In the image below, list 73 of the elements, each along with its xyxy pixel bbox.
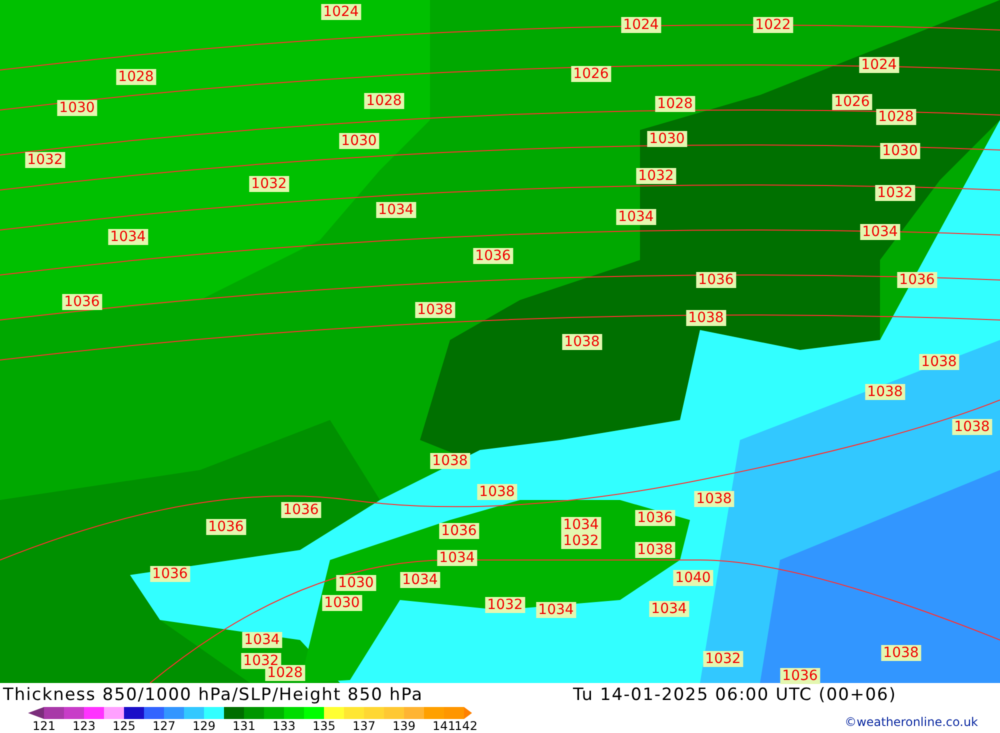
isobar-label: 1034 [242, 632, 282, 648]
isobar-label: 1032 [249, 176, 289, 192]
isobar-label: 1036 [897, 272, 937, 288]
isobar-label: 1036 [473, 248, 513, 264]
isobar-label: 1022 [753, 17, 793, 33]
isobar-label: 1028 [116, 69, 156, 85]
isobar-label: 1034 [376, 202, 416, 218]
isobar-label: 1030 [322, 595, 362, 611]
isobar-label: 1028 [655, 96, 695, 112]
map-title: Thickness 850/1000 hPa/SLP/Height 850 hPa [2, 685, 424, 705]
forecast-datetime: Tu 14-01-2025 06:00 UTC (00+06) [573, 685, 896, 705]
isobar-label: 1034 [437, 550, 477, 566]
isobar-label: 1032 [485, 597, 525, 613]
legend-tick: 129 [192, 719, 216, 733]
isobar-label: 1032 [636, 168, 676, 184]
isobar-label: 1036 [62, 294, 102, 310]
legend-tick: 137 [352, 719, 376, 733]
legend-tick: 142 [454, 719, 478, 733]
isobar-label: 1024 [859, 57, 899, 73]
legend-tick: 131 [232, 719, 256, 733]
isobar-label: 1034 [860, 224, 900, 240]
isobar-label: 1036 [780, 668, 820, 684]
isobar-label: 1038 [919, 354, 959, 370]
isobar-label: 1038 [686, 310, 726, 326]
legend-tick: 135 [312, 719, 336, 733]
legend-tick: 133 [272, 719, 296, 733]
isobar-label: 1038 [477, 484, 517, 500]
isobar-label: 1032 [875, 185, 915, 201]
isobar-label: 1032 [561, 533, 601, 549]
credit-text: ©weatheronline.co.uk [844, 715, 978, 729]
isobar-label: 1034 [400, 572, 440, 588]
isobar-label: 1034 [616, 209, 656, 225]
isobar-label: 1036 [696, 272, 736, 288]
isobar-label: 1030 [336, 575, 376, 591]
isobar-label: 1036 [281, 502, 321, 518]
legend-arrow-icon [464, 707, 472, 719]
isobar-label: 1028 [265, 665, 305, 681]
legend-tick: 121 [32, 719, 56, 733]
isobar-label: 1034 [561, 517, 601, 533]
isobar-label: 1034 [649, 601, 689, 617]
legend-tick: 139 [392, 719, 416, 733]
isobar-label: 1024 [321, 4, 361, 20]
isobar-label: 1030 [57, 100, 97, 116]
isobar-label: 1026 [571, 66, 611, 82]
isobar-label: 1032 [703, 651, 743, 667]
isobar-label: 1030 [339, 133, 379, 149]
isobar-label: 1030 [647, 131, 687, 147]
legend-tick: 127 [152, 719, 176, 733]
isobar-label: 1038 [881, 645, 921, 661]
isobar-label: 1038 [415, 302, 455, 318]
isobar-label: 1030 [880, 143, 920, 159]
isobar-label: 1036 [206, 519, 246, 535]
isobar-label: 1028 [364, 93, 404, 109]
legend-tick: 123 [72, 719, 96, 733]
isobar-label: 1040 [673, 570, 713, 586]
isobar-label: 1034 [536, 602, 576, 618]
isobar-label: 1038 [635, 542, 675, 558]
isobar-label: 1038 [952, 419, 992, 435]
isobar-label: 1034 [108, 229, 148, 245]
isobar-label: 1036 [439, 523, 479, 539]
isobar-label: 1024 [621, 17, 661, 33]
legend-arrow-icon [28, 707, 44, 719]
isobar-label: 1032 [25, 152, 65, 168]
isobar-label: 1036 [150, 566, 190, 582]
isobar-label: 1036 [635, 510, 675, 526]
legend-tick: 125 [112, 719, 136, 733]
isobar-label: 1038 [430, 453, 470, 469]
isobar-label: 1038 [865, 384, 905, 400]
isobar-label: 1038 [562, 334, 602, 350]
isobar-label: 1038 [694, 491, 734, 507]
legend-tick: 141 [432, 719, 456, 733]
isobar-label: 1028 [876, 109, 916, 125]
isobar-label: 1026 [832, 94, 872, 110]
